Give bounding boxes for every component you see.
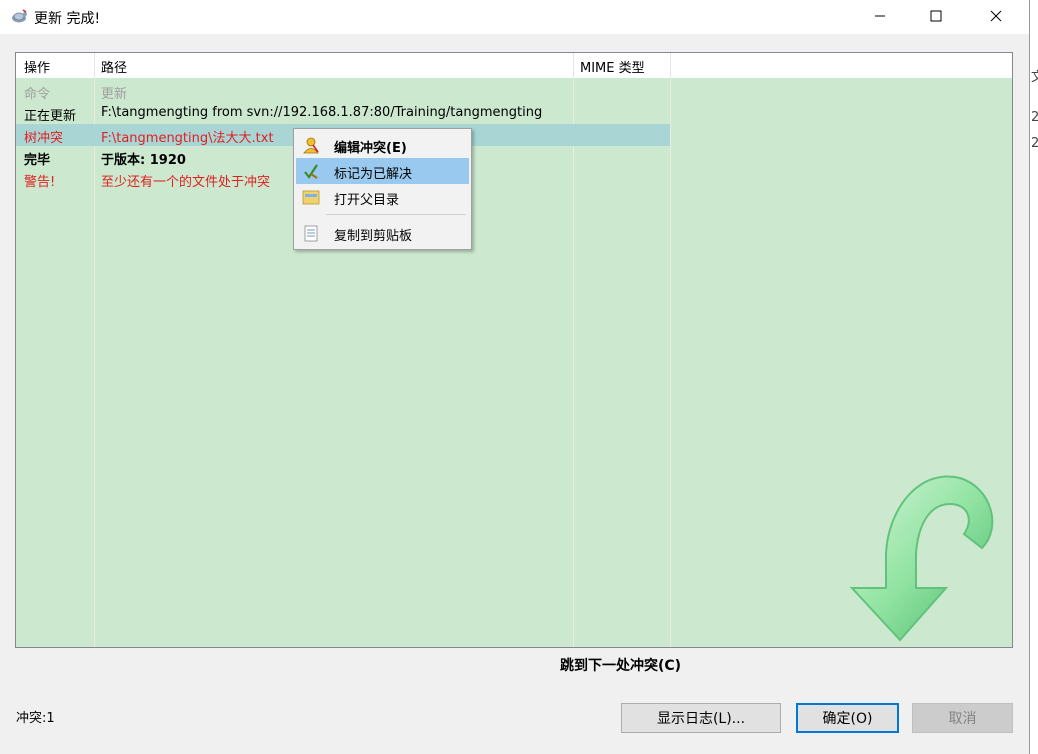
context-menu: 编辑冲突(E) 标记为已解决 打开父目录 复制到剪贴板: [293, 128, 472, 250]
row-path: F:\tangmengting\法大大.txt: [101, 131, 274, 146]
menu-item-open-parent[interactable]: 打开父目录: [296, 184, 469, 210]
background-text: 20: [1031, 110, 1038, 125]
update-arrow-icon: [849, 475, 994, 642]
list-row[interactable]: 完毕 于版本: 1920: [16, 146, 1012, 168]
row-action: 树冲突: [24, 131, 64, 146]
column-header-mime[interactable]: MIME 类型: [580, 57, 645, 76]
cancel-button[interactable]: 取消: [912, 703, 1013, 733]
tortoise-icon: [12, 9, 27, 23]
list-row[interactable]: 命令 更新: [16, 80, 1012, 102]
row-action: 命令: [24, 87, 51, 102]
jump-next-conflict-button[interactable]: 跳到下一处冲突(C): [560, 655, 681, 675]
row-path: 更新: [101, 87, 128, 102]
row-path: F:\tangmengting from svn://192.168.1.87:…: [101, 105, 543, 120]
conflict-count: 冲突:1: [16, 711, 55, 726]
menu-item-mark-resolved[interactable]: 标记为已解决: [296, 158, 469, 184]
menu-item-label: 标记为已解决: [334, 167, 413, 182]
minimize-button[interactable]: [857, 0, 903, 32]
list-row[interactable]: 正在更新 F:\tangmengting from svn://192.168.…: [16, 102, 1012, 124]
menu-item-label: 复制到剪贴板: [334, 229, 413, 244]
menu-item-edit-conflict[interactable]: 编辑冲突(E): [296, 132, 469, 158]
maximize-icon: [930, 10, 942, 22]
minimize-icon: [875, 15, 885, 17]
menu-separator: [326, 214, 466, 215]
update-finished-dialog: 更新 完成! 操作 路径 MIME 类型 命令 更新 正在更新 F:\tangm…: [0, 0, 1030, 754]
row-action: 警告!: [24, 175, 56, 190]
column-header-action[interactable]: 操作: [24, 57, 50, 76]
maximize-button[interactable]: [913, 0, 959, 32]
column-header-path[interactable]: 路径: [101, 57, 127, 76]
show-log-button[interactable]: 显示日志(L)...: [621, 703, 781, 733]
row-path: 于版本: 1920: [101, 153, 186, 168]
mark-resolved-icon: [304, 164, 318, 179]
background-text: 20: [1031, 136, 1038, 151]
menu-item-copy-clipboard[interactable]: 复制到剪贴板: [296, 220, 469, 246]
row-action: 正在更新: [24, 109, 77, 124]
close-button[interactable]: [973, 0, 1019, 32]
menu-item-label: 打开父目录: [334, 193, 400, 208]
list-row[interactable]: 警告! 至少还有一个的文件处于冲突: [16, 168, 1012, 190]
close-icon: [990, 10, 1002, 22]
menu-item-label: 编辑冲突(E): [334, 141, 407, 156]
row-path: 至少还有一个的文件处于冲突: [101, 175, 271, 190]
window-title: 更新 完成!: [34, 11, 101, 27]
clipboard-icon: [304, 225, 318, 242]
list-header: 操作 路径 MIME 类型: [16, 53, 1012, 78]
edit-conflict-icon: [303, 137, 319, 154]
title-bar[interactable]: 更新 完成!: [0, 0, 1029, 34]
ok-button[interactable]: 确定(O): [796, 703, 899, 733]
row-action: 完毕: [24, 153, 51, 168]
folder-icon: [302, 190, 320, 205]
background-text: 文|: [1031, 70, 1038, 85]
